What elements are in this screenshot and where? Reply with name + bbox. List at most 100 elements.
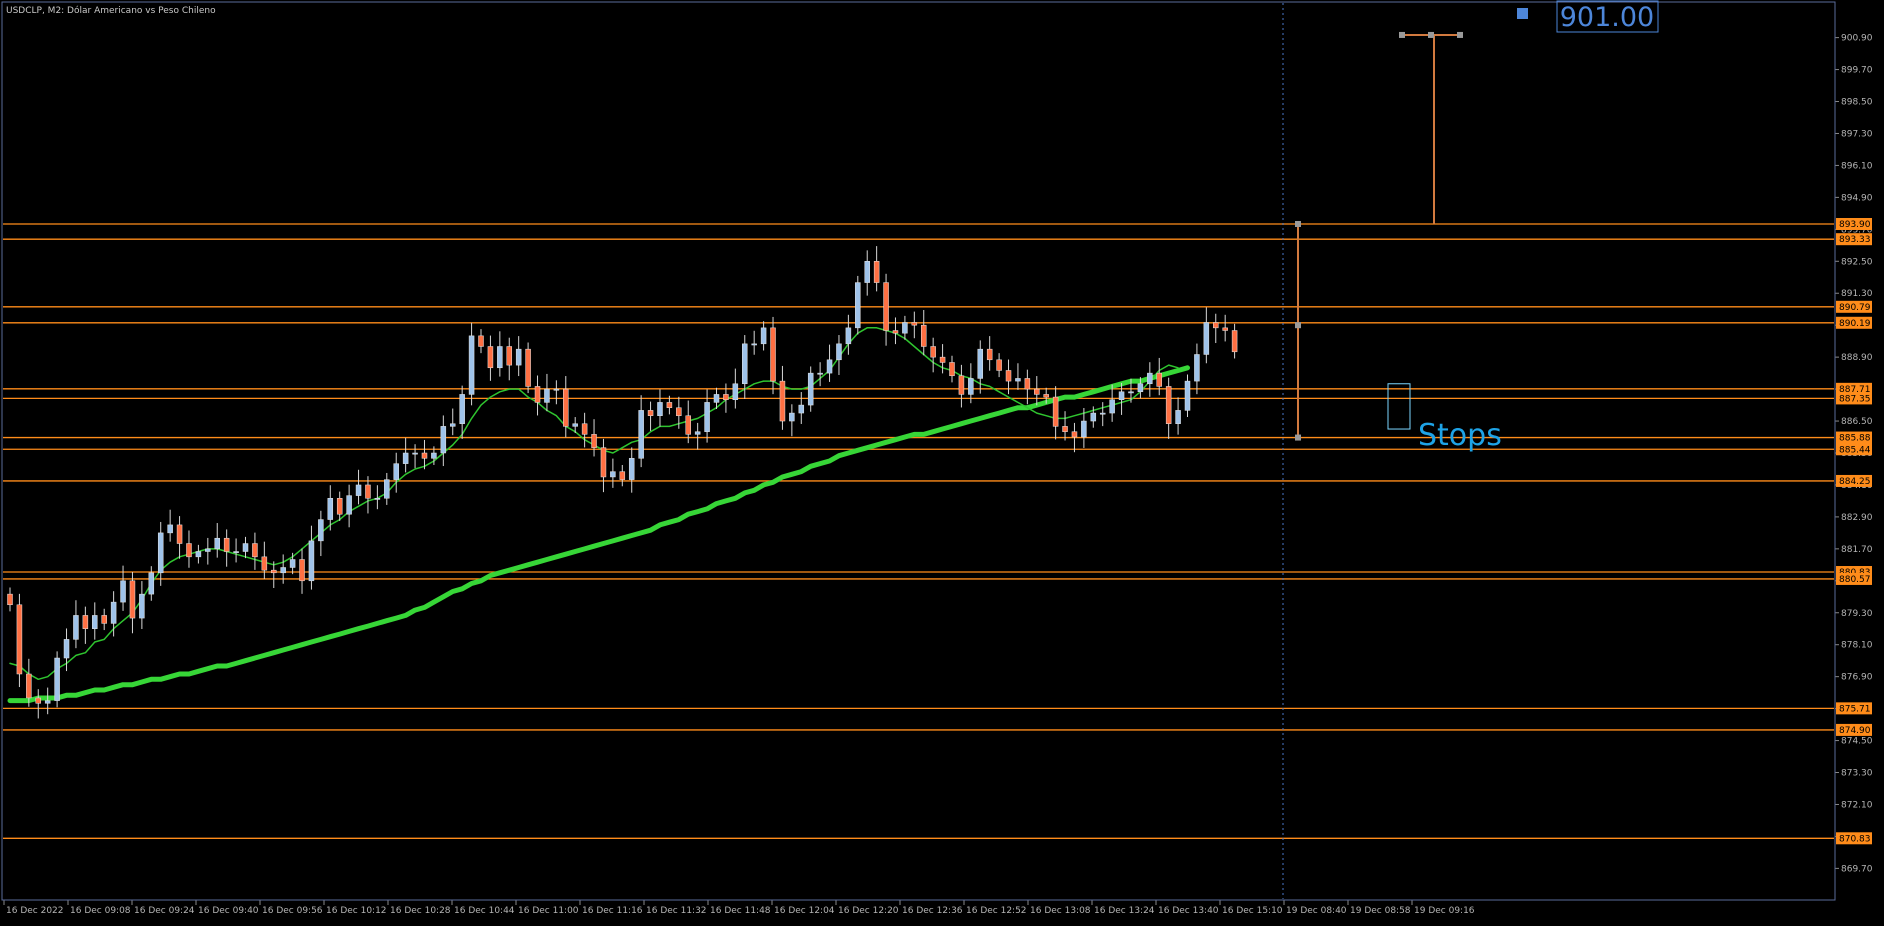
x-tick-label: 16 Dec 11:32 <box>646 906 707 916</box>
candle-body <box>252 543 258 558</box>
candle-body <box>440 426 447 454</box>
candle-body <box>723 394 729 400</box>
candle-body <box>628 458 635 480</box>
candle-body <box>478 335 484 347</box>
candle-body <box>939 356 946 363</box>
candle-body <box>139 593 145 619</box>
candle-body <box>374 498 381 500</box>
y-tick-label: 897.30 <box>1841 129 1873 139</box>
candle-body <box>54 657 60 701</box>
measure-handle[interactable] <box>1457 31 1463 38</box>
candle-body <box>544 388 550 403</box>
candle-body <box>610 471 616 478</box>
candle-body <box>82 615 89 629</box>
candle-body <box>402 452 409 464</box>
candle-body <box>553 388 560 391</box>
candle-body <box>798 404 805 414</box>
chart-title: USDCLP, M2: Dólar Americano vs Peso Chil… <box>6 5 216 16</box>
x-tick-label: 16 Dec 13:40 <box>1158 906 1219 916</box>
candle-body <box>497 346 503 369</box>
candle-body <box>327 498 334 520</box>
candle-body <box>807 372 814 406</box>
candle-body <box>7 593 13 606</box>
measure-handle[interactable] <box>1428 31 1434 38</box>
x-tick-label: 19 Dec 08:40 <box>1286 906 1347 916</box>
candle-body <box>1062 426 1068 432</box>
candle-body <box>1024 378 1031 390</box>
measure-handle[interactable] <box>1295 221 1301 228</box>
candle-body <box>468 335 475 395</box>
candle-body <box>949 362 955 377</box>
price-axis: 900.90 899.70 898.50 897.30 896.10 894.90 893.… <box>1835 0 1884 922</box>
stops-annotation[interactable]: Stops <box>1418 418 1502 453</box>
candle-body <box>920 324 927 347</box>
candle-body <box>346 495 352 515</box>
candle-body <box>1165 386 1172 424</box>
x-tick-label: 16 Dec 13:24 <box>1094 906 1155 916</box>
candle-body <box>308 540 315 582</box>
candle-body <box>487 346 494 369</box>
candle-body <box>760 327 767 345</box>
candle-body <box>205 548 211 552</box>
candle-body <box>35 697 42 704</box>
candle-body <box>817 372 823 375</box>
candle-body <box>459 394 465 424</box>
candle-body <box>421 452 428 459</box>
candle-body <box>1203 322 1210 355</box>
candle-body <box>110 601 117 624</box>
x-tick-label: 16 Dec 15:10 <box>1222 906 1283 916</box>
candle-body <box>16 604 23 675</box>
chart-canvas[interactable]: 900.90 899.70 898.50 897.30 896.10 894.90 893.… <box>0 0 1884 922</box>
level-price-label: 893.90 <box>1839 220 1871 230</box>
candle-body <box>1109 399 1115 414</box>
candle-body <box>1137 383 1144 393</box>
level-price-label: 870.83 <box>1839 834 1871 844</box>
candle-body <box>1090 412 1097 422</box>
price-label-marker-icon <box>1517 8 1528 19</box>
candle-body <box>713 394 720 403</box>
x-tick-label: 16 Dec 13:08 <box>1030 906 1091 916</box>
y-tick-label: 878.10 <box>1841 641 1873 651</box>
candle-body <box>299 559 305 582</box>
level-price-label: 893.33 <box>1839 235 1871 245</box>
x-tick-label: 16 Dec 10:44 <box>454 906 515 916</box>
candle-body <box>1156 372 1162 387</box>
candle-body <box>864 261 870 283</box>
level-price-label: 885.44 <box>1839 445 1871 455</box>
y-tick-label: 894.90 <box>1841 193 1873 203</box>
candle-body <box>336 498 343 515</box>
level-price-label: 890.19 <box>1839 319 1871 329</box>
chart-window[interactable]: 900.90 899.70 898.50 897.30 896.10 894.90 893.… <box>0 0 1884 922</box>
y-tick-label: 892.50 <box>1841 257 1873 267</box>
candle-body <box>431 452 437 459</box>
y-tick-label: 898.50 <box>1841 98 1873 108</box>
candle-body <box>449 423 456 427</box>
measure-handle[interactable] <box>1295 434 1301 441</box>
candle-body <box>271 569 277 574</box>
candle-body <box>619 471 626 480</box>
candle-body <box>911 322 918 326</box>
candle-body <box>826 359 833 374</box>
candle-body <box>120 580 126 603</box>
x-tick-label: 16 Dec 09:08 <box>70 906 131 916</box>
candle-body <box>1071 431 1078 438</box>
y-tick-label: 899.70 <box>1841 66 1873 76</box>
candle-body <box>365 484 371 499</box>
measure-handle[interactable] <box>1399 31 1405 38</box>
candle-body <box>214 537 220 550</box>
candle-body <box>1222 327 1228 331</box>
measure-handle[interactable] <box>1295 322 1301 329</box>
time-axis: 16 Dec 2022 16 Dec 09:08 16 Dec 09:24 16 De… <box>0 900 1884 922</box>
candle-body <box>892 330 899 334</box>
candle-body <box>186 543 192 558</box>
y-tick-label: 900.90 <box>1841 34 1873 44</box>
candle-body <box>732 383 739 400</box>
candle-body <box>666 402 673 408</box>
x-tick-label: 16 Dec 12:20 <box>838 906 899 916</box>
x-tick-label: 16 Dec 10:28 <box>390 906 451 916</box>
candle-body <box>1034 388 1040 395</box>
x-tick-label: 16 Dec 12:52 <box>966 906 1027 916</box>
candle-body <box>958 375 965 395</box>
candle-body <box>1147 372 1153 385</box>
candle-body <box>515 348 522 366</box>
